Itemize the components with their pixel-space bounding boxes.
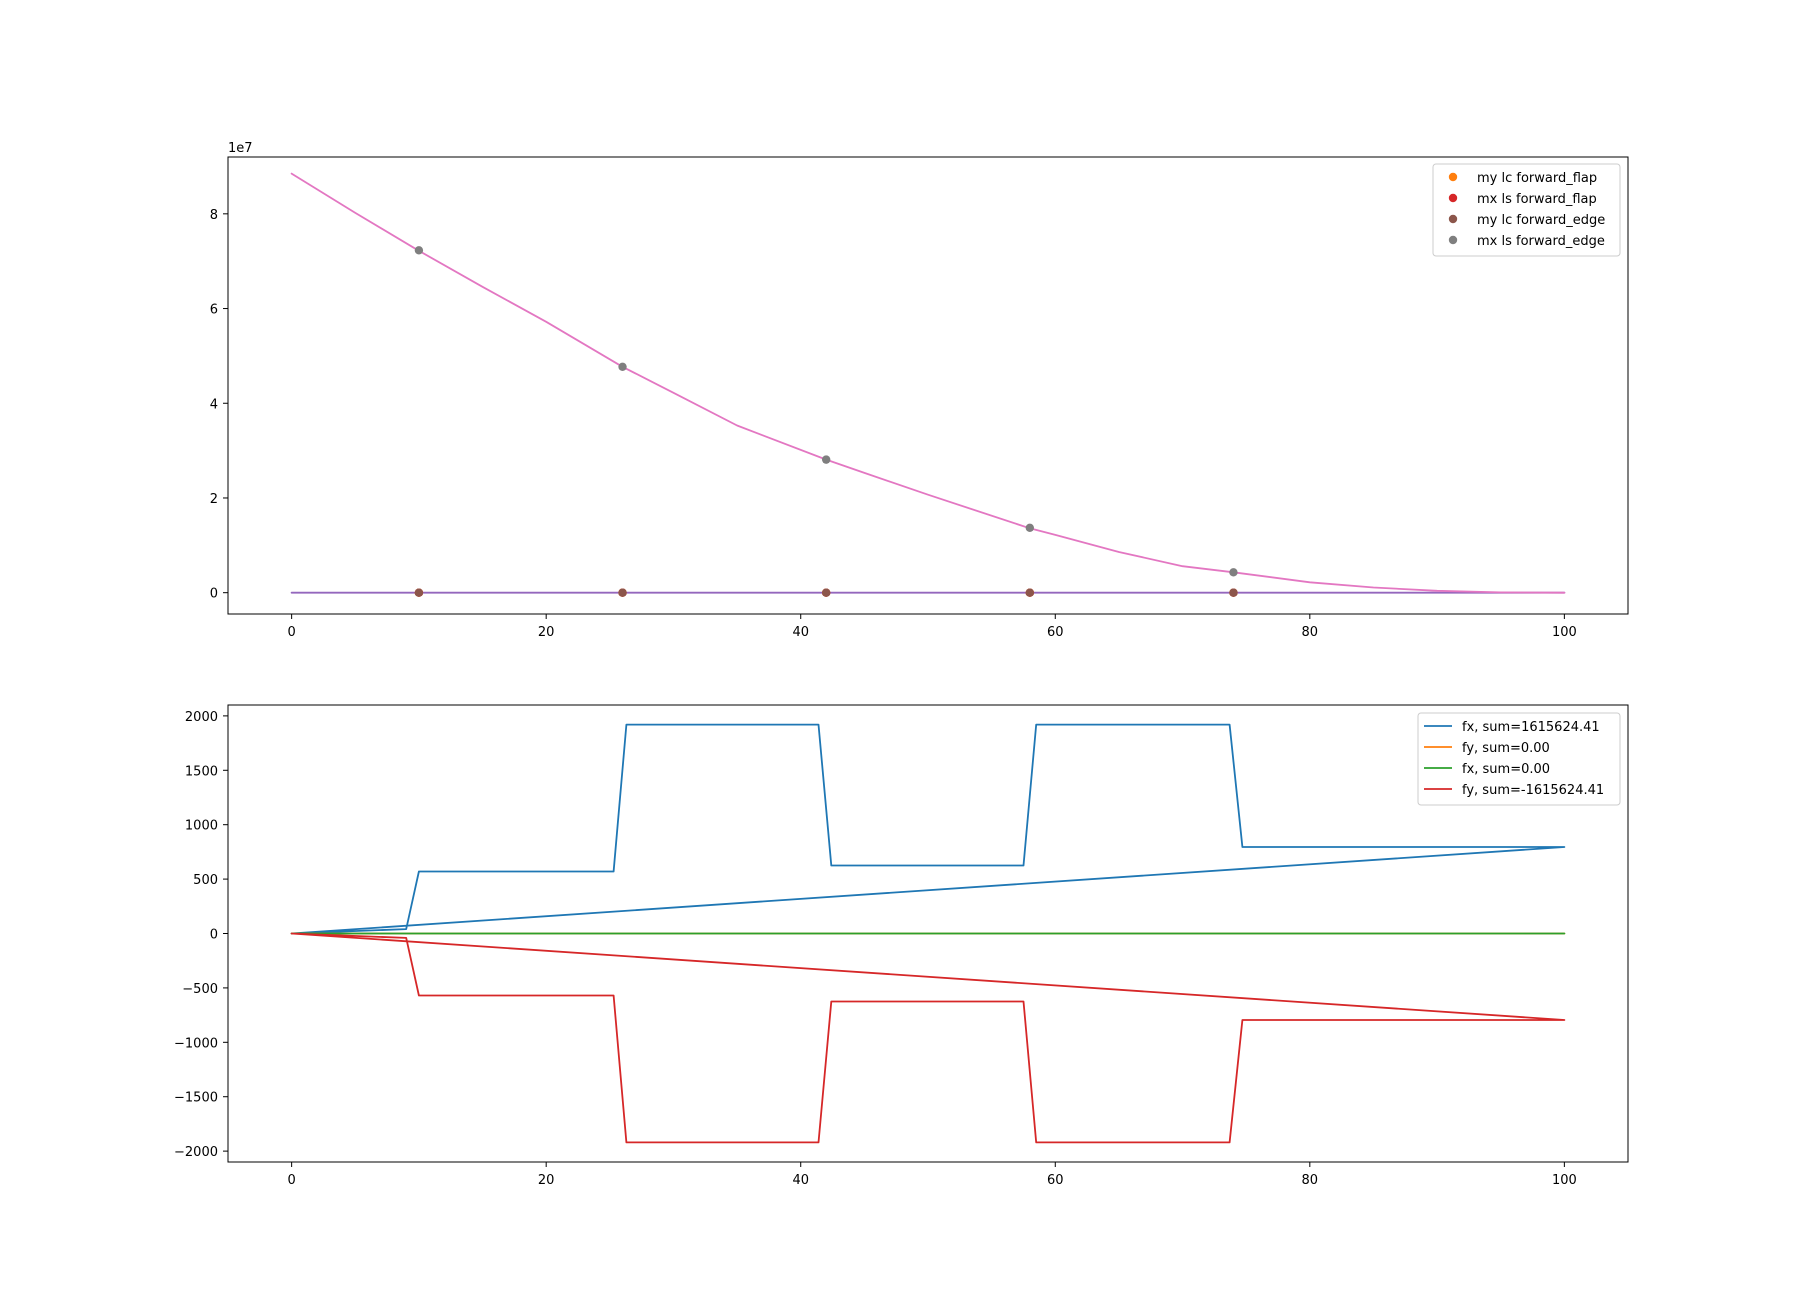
bottom-plot-y-tick-label: 1500 xyxy=(185,764,218,779)
top-plot-y-tick-label: 4 xyxy=(210,397,218,412)
bottom-plot-x-tick-label: 60 xyxy=(1047,1173,1064,1188)
bottom-plot-y-tick-label: −1000 xyxy=(174,1036,218,1051)
top-plot-legend-handle-mx-ls-forward-edge xyxy=(1448,235,1458,245)
bottom-plot-legend: fx, sum=1615624.41 fy, sum=0.00 fx, sum=0.… xyxy=(1417,712,1621,806)
bottom-plot-x-tick-label: 80 xyxy=(1302,1173,1319,1188)
top-plot-x-tick-label: 60 xyxy=(1047,625,1064,640)
top-plot-legend-label-my-lc-forward-flap: my lc forward_flap xyxy=(1477,171,1597,186)
bottom-plot-y-tick-label: 2000 xyxy=(185,710,218,725)
top-plot-legend-label-my-lc-forward-edge: my lc forward_edge xyxy=(1477,213,1605,228)
top-plot-y-tick-label: 8 xyxy=(210,208,218,223)
bottom-plot-y-tick-label: −2000 xyxy=(174,1145,218,1160)
top-plot-marker-mx-ls-forward-edge-3 xyxy=(1025,523,1035,533)
bottom-plot-legend-label-fx-sum-0-00: fx, sum=0.00 xyxy=(1462,762,1550,777)
bottom-plot-x-tick-label: 100 xyxy=(1552,1173,1577,1188)
top-plot-marker-my-lc-forward-edge-2 xyxy=(821,588,831,597)
bottom-plot-x-tick-label: 40 xyxy=(792,1173,809,1188)
top-plot-x-tick-label: 40 xyxy=(792,625,809,640)
top-plot-y-tick-label: 2 xyxy=(210,492,218,507)
top-plot-marker-my-lc-forward-edge-0 xyxy=(414,588,424,597)
top-plot-legend-handle-my-lc-forward-edge xyxy=(1448,214,1458,224)
top-plot-legend-handle-mx-ls-forward-flap xyxy=(1448,193,1458,203)
top-plot-x-tick-label: 20 xyxy=(538,625,555,640)
top-plot-legend-label-mx-ls-forward-edge: mx ls forward_edge xyxy=(1477,234,1605,249)
top-plot-marker-mx-ls-forward-edge-4 xyxy=(1229,568,1238,577)
bottom-plot-y-tick-label: −1500 xyxy=(174,1091,218,1106)
bottom-plot-legend-label-fx-sum-1615624-41: fx, sum=1615624.41 xyxy=(1462,720,1600,735)
top-plot-x-tick-label: 80 xyxy=(1302,625,1319,640)
figure: 0 20 40 60 80 100 0 2 4 6 8 1e7 my lc forward_fla… xyxy=(0,0,1800,1300)
top-plot-legend: my lc forward_flapmx ls forward_flapmy l… xyxy=(1432,163,1621,257)
bottom-plot-y-tick-label: 500 xyxy=(193,873,218,888)
bottom-plot-legend-label-fy-sum-1615624-41: fy, sum=-1615624.41 xyxy=(1462,783,1604,798)
top-plot-legend-label-mx-ls-forward-flap: mx ls forward_flap xyxy=(1477,192,1597,207)
top-plot-marker-mx-ls-forward-edge-0 xyxy=(414,246,424,255)
top-plot-x-tick-label: 0 xyxy=(287,625,295,640)
top-plot-offset-text: 1e7 xyxy=(228,141,253,156)
top-plot-y-tick-label: 6 xyxy=(210,303,218,318)
bottom-plot-x-tick-label: 0 xyxy=(287,1173,295,1188)
bottom-plot-y-tick-label: 0 xyxy=(210,928,218,943)
bottom-plot-legend-label-fy-sum-0-00: fy, sum=0.00 xyxy=(1462,741,1550,756)
top-plot-marker-my-lc-forward-edge-3 xyxy=(1025,588,1035,597)
top-plot-x-tick-label: 100 xyxy=(1552,625,1577,640)
top-plot-marker-mx-ls-forward-edge-2 xyxy=(821,455,831,464)
top-plot-legend-handle-my-lc-forward-flap xyxy=(1448,172,1458,182)
bottom-plot-y-tick-label: −500 xyxy=(182,982,218,997)
bottom-plot-x-tick-label: 20 xyxy=(538,1173,555,1188)
top-plot-marker-my-lc-forward-edge-1 xyxy=(618,588,627,597)
top-plot-marker-my-lc-forward-edge-4 xyxy=(1229,588,1238,597)
top-plot-y-tick-label: 0 xyxy=(210,587,218,602)
top-plot-marker-mx-ls-forward-edge-1 xyxy=(618,362,627,371)
bottom-plot-y-tick-label: 1000 xyxy=(185,819,218,834)
